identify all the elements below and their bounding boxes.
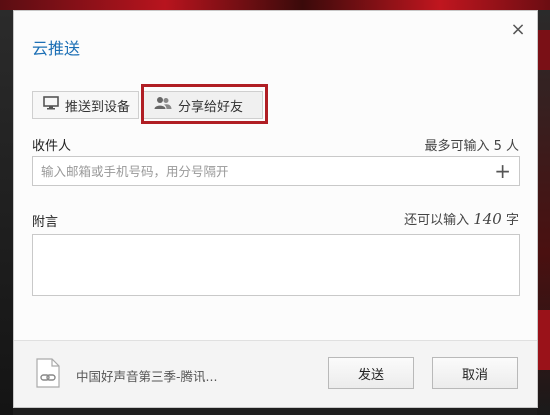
message-remaining-hint: 还可以输入 140 字 (404, 209, 519, 228)
background-red-block (537, 310, 550, 370)
background-right-edge (537, 10, 550, 415)
recipients-input[interactable] (33, 157, 489, 185)
message-label: 附言 (32, 215, 59, 230)
highlight-box (141, 84, 268, 124)
dialog-title: 云推送 (32, 39, 81, 58)
recipients-label: 收件人 (32, 139, 72, 154)
add-recipient-icon[interactable]: + (494, 160, 511, 182)
link-file-icon (36, 358, 60, 388)
background-left-edge (0, 10, 13, 415)
send-button[interactable]: 发送 (328, 357, 414, 389)
monitor-icon (43, 96, 59, 114)
hint-prefix: 还可以输入 (404, 213, 474, 228)
hint-suffix: 字 (501, 213, 519, 228)
tab-label: 推送到设备 (65, 99, 131, 115)
dialog-footer: 中国好声音第三季-腾讯... 发送 取消 (14, 340, 537, 407)
remaining-count: 140 (473, 210, 502, 228)
background-red-block (537, 30, 550, 70)
recipients-field: + (32, 156, 520, 186)
cloud-push-dialog: 云推送 × 推送到设备 分享给好友 收件人 最多可输入 5 人 输入邮箱或手机号… (13, 10, 538, 408)
close-icon[interactable]: × (509, 21, 527, 39)
background-strip (0, 0, 550, 10)
shared-file-name: 中国好声音第三季-腾讯... (76, 369, 218, 384)
cancel-button[interactable]: 取消 (432, 357, 518, 389)
message-textarea[interactable] (32, 234, 520, 296)
tab-push-to-device[interactable]: 推送到设备 (32, 91, 139, 119)
recipients-limit-hint: 最多可输入 5 人 (424, 139, 519, 154)
